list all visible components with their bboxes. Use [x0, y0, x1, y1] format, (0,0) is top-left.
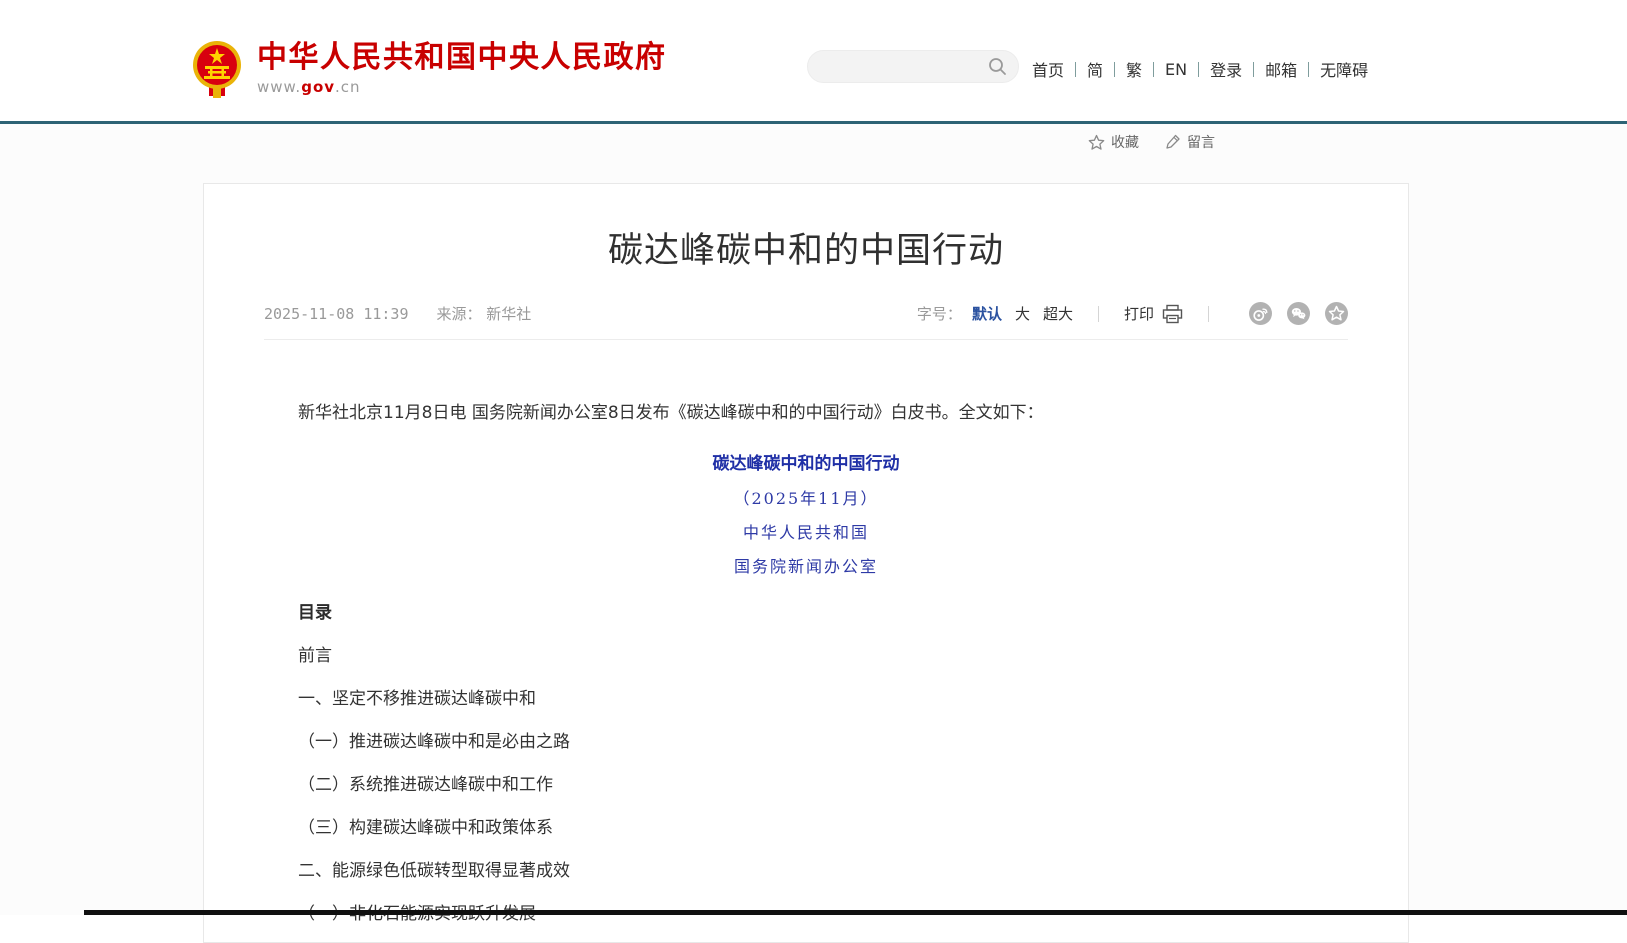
article-intro: 新华社北京11月8日电 国务院新闻办公室8日发布《碳达峰碳中和的中国行动》白皮书…: [264, 403, 1348, 424]
weibo-share-icon[interactable]: [1249, 302, 1272, 325]
site-title-block: 中华人民共和国中央人民政府 www.gov.cn: [257, 40, 667, 96]
nav-separator: [1198, 62, 1199, 77]
document-org-line1: 中华人民共和国: [264, 522, 1348, 543]
article-title: 碳达峰碳中和的中国行动: [204, 230, 1408, 272]
source-value: 新华社: [486, 305, 531, 323]
document-title: 碳达峰碳中和的中国行动: [264, 454, 1348, 475]
top-nav: 首页 简 繁 EN 登录 邮箱 无障碍: [1032, 57, 1368, 81]
favorite-label: 收藏: [1111, 132, 1139, 152]
article-body: 新华社北京11月8日电 国务院新闻办公室8日发布《碳达峰碳中和的中国行动》白皮书…: [204, 403, 1408, 925]
toc-item-1-3: （三）构建碳达峰碳中和政策体系: [264, 818, 1348, 839]
site-header: 中华人民共和国中央人民政府 www.gov.cn 首页 简 繁 EN 登录 邮箱…: [0, 0, 1627, 121]
source-label: 来源：: [437, 305, 482, 323]
toc-heading: 目录: [264, 603, 1348, 624]
star-icon: [1088, 134, 1105, 151]
article-meta-row: 2025-11-08 11:39 来源： 新华社 字号： 默认 大 超大 打印: [264, 302, 1348, 340]
toc-item-1-1: （一）推进碳达峰碳中和是必由之路: [264, 732, 1348, 753]
nav-separator: [1114, 62, 1115, 77]
toc-item-1-2: （二）系统推进碳达峰碳中和工作: [264, 775, 1348, 796]
comment-button[interactable]: 留言: [1165, 132, 1215, 152]
nav-traditional[interactable]: 繁: [1126, 57, 1142, 81]
meta-separator: [1098, 306, 1099, 322]
url-cn: .cn: [335, 78, 361, 96]
meta-separator: [1208, 306, 1209, 322]
nav-separator: [1308, 62, 1309, 77]
print-label: 打印: [1124, 303, 1154, 324]
national-emblem-icon: [192, 40, 242, 98]
article-meta-left: 2025-11-08 11:39 来源： 新华社: [264, 303, 531, 324]
toc-item-preface: 前言: [264, 646, 1348, 667]
toc-item-1: 一、坚定不移推进碳达峰碳中和: [264, 689, 1348, 710]
font-size-default[interactable]: 默认: [972, 303, 1002, 324]
search-box: [807, 50, 1019, 83]
font-size-label: 字号：: [917, 303, 962, 324]
search-input[interactable]: [808, 59, 982, 75]
print-button[interactable]: 打印: [1124, 303, 1183, 324]
article-card: 碳达峰碳中和的中国行动 2025-11-08 11:39 来源： 新华社 字号：…: [203, 183, 1409, 943]
nav-accessibility[interactable]: 无障碍: [1320, 57, 1368, 81]
comment-label: 留言: [1187, 132, 1215, 152]
search-icon: [988, 57, 1007, 76]
nav-home[interactable]: 首页: [1032, 57, 1064, 81]
wechat-share-icon[interactable]: [1287, 302, 1310, 325]
document-date: （2025年11月）: [264, 488, 1348, 509]
favorite-button[interactable]: 收藏: [1088, 132, 1139, 152]
qzone-share-icon[interactable]: [1325, 302, 1348, 325]
article-actions: 收藏 留言: [1088, 132, 1215, 152]
article-date: 2025-11-08 11:39: [264, 305, 409, 323]
article-source: 来源： 新华社: [437, 303, 532, 324]
font-size-xlarge[interactable]: 超大: [1043, 303, 1073, 324]
site-logo[interactable]: 中华人民共和国中央人民政府 www.gov.cn: [192, 40, 667, 98]
nav-english[interactable]: EN: [1165, 60, 1187, 79]
nav-separator: [1075, 62, 1076, 77]
document-org-line2: 国务院新闻办公室: [264, 556, 1348, 577]
toc-item-2: 二、能源绿色低碳转型取得显著成效: [264, 861, 1348, 882]
nav-simplified[interactable]: 简: [1087, 57, 1103, 81]
url-gov: gov: [301, 78, 335, 96]
font-size-large[interactable]: 大: [1015, 303, 1030, 324]
article-meta-right: 字号： 默认 大 超大 打印: [917, 302, 1348, 325]
site-title: 中华人民共和国中央人民政府: [257, 40, 667, 76]
nav-login[interactable]: 登录: [1210, 57, 1242, 81]
pencil-icon: [1165, 134, 1181, 150]
search-button[interactable]: [982, 52, 1012, 82]
url-www: www.: [257, 78, 301, 96]
bottom-edge-bar: [84, 910, 1627, 915]
printer-icon: [1162, 304, 1183, 324]
site-url: www.gov.cn: [257, 78, 667, 96]
nav-separator: [1153, 62, 1154, 77]
nav-mail[interactable]: 邮箱: [1265, 57, 1297, 81]
nav-separator: [1253, 62, 1254, 77]
